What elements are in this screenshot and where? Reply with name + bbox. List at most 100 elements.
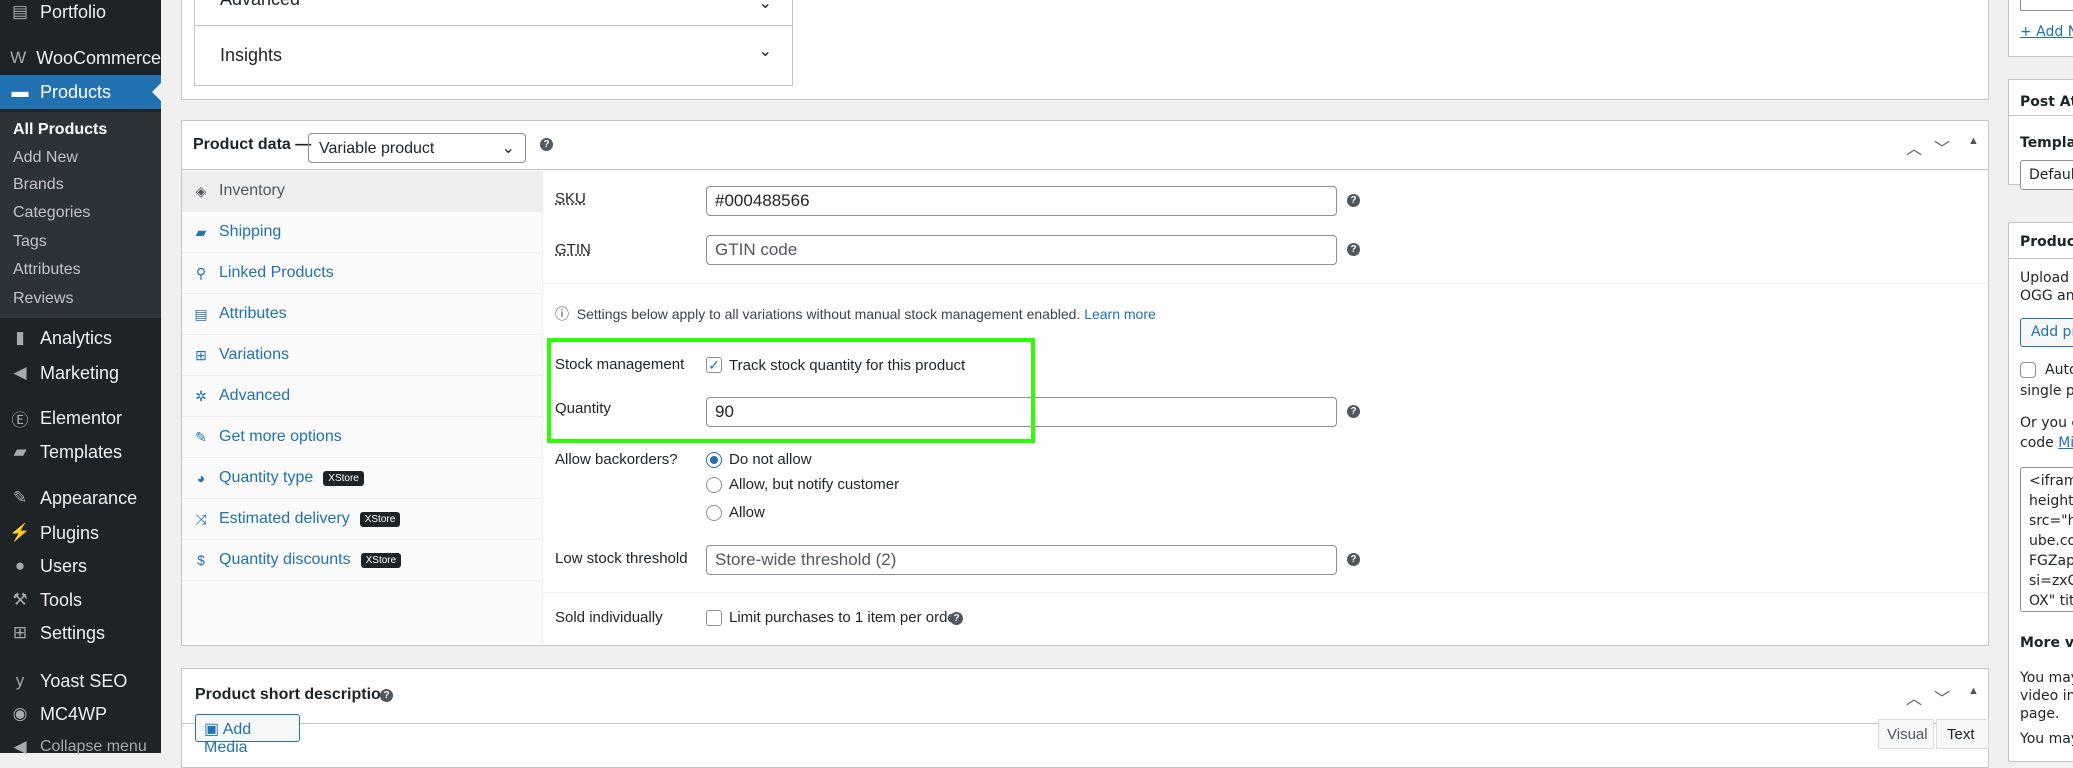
sidebar-item-label: MC4WP [40,703,107,724]
toggle-panel-icon[interactable]: ▲ [1968,135,1979,147]
template-select[interactable]: Defaul [2020,160,2073,190]
sidebar-item-templates[interactable]: ▰ Templates [0,435,161,469]
info-notice: ⓘ Settings below apply to all variations… [555,304,1156,324]
code-line: height= [2029,493,2073,509]
sold-individually-text: Limit purchases to 1 item per order [729,609,961,626]
sidebar-item-label: Marketing [40,362,120,383]
sidebar-item-label: Appearance [40,487,138,508]
sidebar-item-appearance[interactable]: ✎ Appearance [0,481,161,515]
add-video-button[interactable]: Add pr [2020,318,2073,347]
sidebar-item-collapse-menu[interactable]: ◀ Collapse menu [0,730,161,764]
collapse-icon: ◀ [13,737,27,756]
woocommerce-icon: W [10,48,27,67]
backorder-radio-notify[interactable] [706,477,722,493]
embed-link[interactable]: Mi [2058,435,2073,451]
sidebar-item-settings[interactable]: ⊞ Settings [0,616,161,650]
more-text: page. [2020,706,2060,722]
help-icon[interactable]: ? [380,689,393,702]
help-icon[interactable]: ? [540,138,553,151]
short-description-box: Product short description ? ︿ ﹀ ▲ ▣ Add … [181,668,1989,768]
backorder-radio-allow[interactable] [706,505,722,521]
tab-visual[interactable]: Visual [1878,719,1934,749]
auto-checkbox[interactable] [2020,362,2036,378]
brush-icon: ✎ [12,488,28,507]
sidebar-item-plugins[interactable]: ⚡ Plugins [0,516,161,550]
move-up-icon[interactable]: ︿ [1906,135,1922,159]
help-icon[interactable]: ? [1347,194,1360,207]
tab-quantity-discounts[interactable]: $ Quantity discounts XStore [182,540,542,581]
submenu-item[interactable]: All Products [13,121,107,139]
move-down-icon[interactable]: ﹀ [1934,135,1950,159]
sku-input[interactable]: #000488566 [706,186,1337,216]
sidebar-item-portfolio[interactable]: ▤ Portfolio [0,0,161,29]
media-icon: ▣ [204,721,220,738]
low-stock-input[interactable]: Store-wide threshold (2) [706,545,1337,575]
product-panel-box: Advanced ⌄ Insights ⌄ [181,0,1989,100]
sidebar-item-elementor[interactable]: Ⓔ Elementor [0,401,161,435]
tab-attributes[interactable]: ▤ Attributes [182,294,542,335]
product-video-title: Product [2020,234,2073,250]
sidebar-item-label: WooCommerce [36,47,161,68]
product-type-select[interactable]: Variable product ⌄ [308,133,526,163]
tab-variations[interactable]: ⊞ Variations [182,335,542,376]
submenu-item[interactable]: Brands [13,176,64,194]
sku-label: SKU [555,190,586,207]
sidebar-item-label: Tools [40,589,83,610]
sold-individually-checkbox[interactable] [706,610,722,626]
help-icon[interactable]: ? [1347,405,1360,418]
or-text: Or you c [2020,415,2073,431]
tab-inventory[interactable]: ◈ Inventory [182,171,542,212]
xstore-badge: XStore [360,552,402,568]
tab-linked-products[interactable]: ⚲ Linked Products [182,253,542,294]
help-icon[interactable]: ? [950,612,963,625]
toggle-panel-icon[interactable]: ▲ [1968,685,1979,697]
tab-quantity-type[interactable]: ◕ Quantity type XStore [182,458,542,499]
sidebar-item-yoast-seo[interactable]: y Yoast SEO [0,664,161,698]
sidebar-item-users[interactable]: ● Users [0,549,161,583]
sidebar-item-analytics[interactable]: ▮ Analytics [0,321,161,355]
sidebar-item-mc4wp[interactable]: ◉ MC4WP [0,697,161,731]
submenu-item[interactable]: Reviews [13,290,73,308]
sidebar-item-products[interactable]: ▬ Products [0,75,161,109]
divider [543,283,1988,284]
product-data-title: Product data — [193,136,312,153]
add-media-button[interactable]: ▣ Add Media [195,714,300,756]
submenu-item[interactable]: Categories [13,204,90,222]
input-field[interactable] [2020,0,2073,11]
add-new-link[interactable]: + Add N [2020,24,2073,40]
backorder-radio-do-not-allow[interactable] [706,452,722,468]
sidebar-item-label: Portfolio [40,1,107,22]
tab-advanced[interactable]: ✲ Advanced [182,376,542,417]
short-description-header: Product short description ? ︿ ﹀ ▲ [182,669,1988,724]
tab-shipping[interactable]: ▰ Shipping [182,212,542,253]
tab-get-more-options[interactable]: ✎ Get more options [182,417,542,458]
tab-estimated-delivery[interactable]: ⤨ Estimated delivery XStore [182,499,542,540]
learn-more-link[interactable]: Learn more [1084,306,1156,322]
move-down-icon[interactable]: ﹀ [1934,685,1950,709]
quantity-type-icon: ◕ [196,470,206,486]
products-icon: ▬ [11,82,29,101]
tab-label: Quantity discounts [219,551,351,568]
sidebar-item-marketing[interactable]: ◀ Marketing [0,356,161,390]
xstore-badge: XStore [359,511,401,527]
code-line: src="h [2029,513,2073,529]
submenu-item[interactable]: Tags [13,233,47,251]
accordion-advanced[interactable]: Advanced ⌄ [195,0,792,26]
move-up-icon[interactable]: ︿ [1906,685,1922,709]
sidebar-item-tools[interactable]: ⚒ Tools [0,583,161,617]
gtin-input[interactable]: GTIN code [706,235,1337,265]
more-text: video in [2020,688,2073,704]
submenu-item[interactable]: Add New [13,149,78,167]
more-text: You may [2020,670,2073,686]
submenu-item[interactable]: Attributes [13,261,81,279]
more-text: You may [2020,731,2073,747]
help-icon[interactable]: ? [1347,553,1360,566]
estimated-delivery-icon: ⤨ [195,510,207,527]
tab-text[interactable]: Text [1936,719,1989,749]
accordion-insights[interactable]: Insights ⌄ [195,27,792,85]
help-icon[interactable]: ? [1347,243,1360,256]
short-description-title: Product short description [195,686,391,703]
chevron-down-icon: ⌄ [758,0,772,12]
embed-code-textarea[interactable]: <iframe height= src="h ube.co FGZap si=zxC OX"… [2020,467,2073,612]
sidebar-item-woocommerce[interactable]: W WooCommerce [0,41,161,75]
